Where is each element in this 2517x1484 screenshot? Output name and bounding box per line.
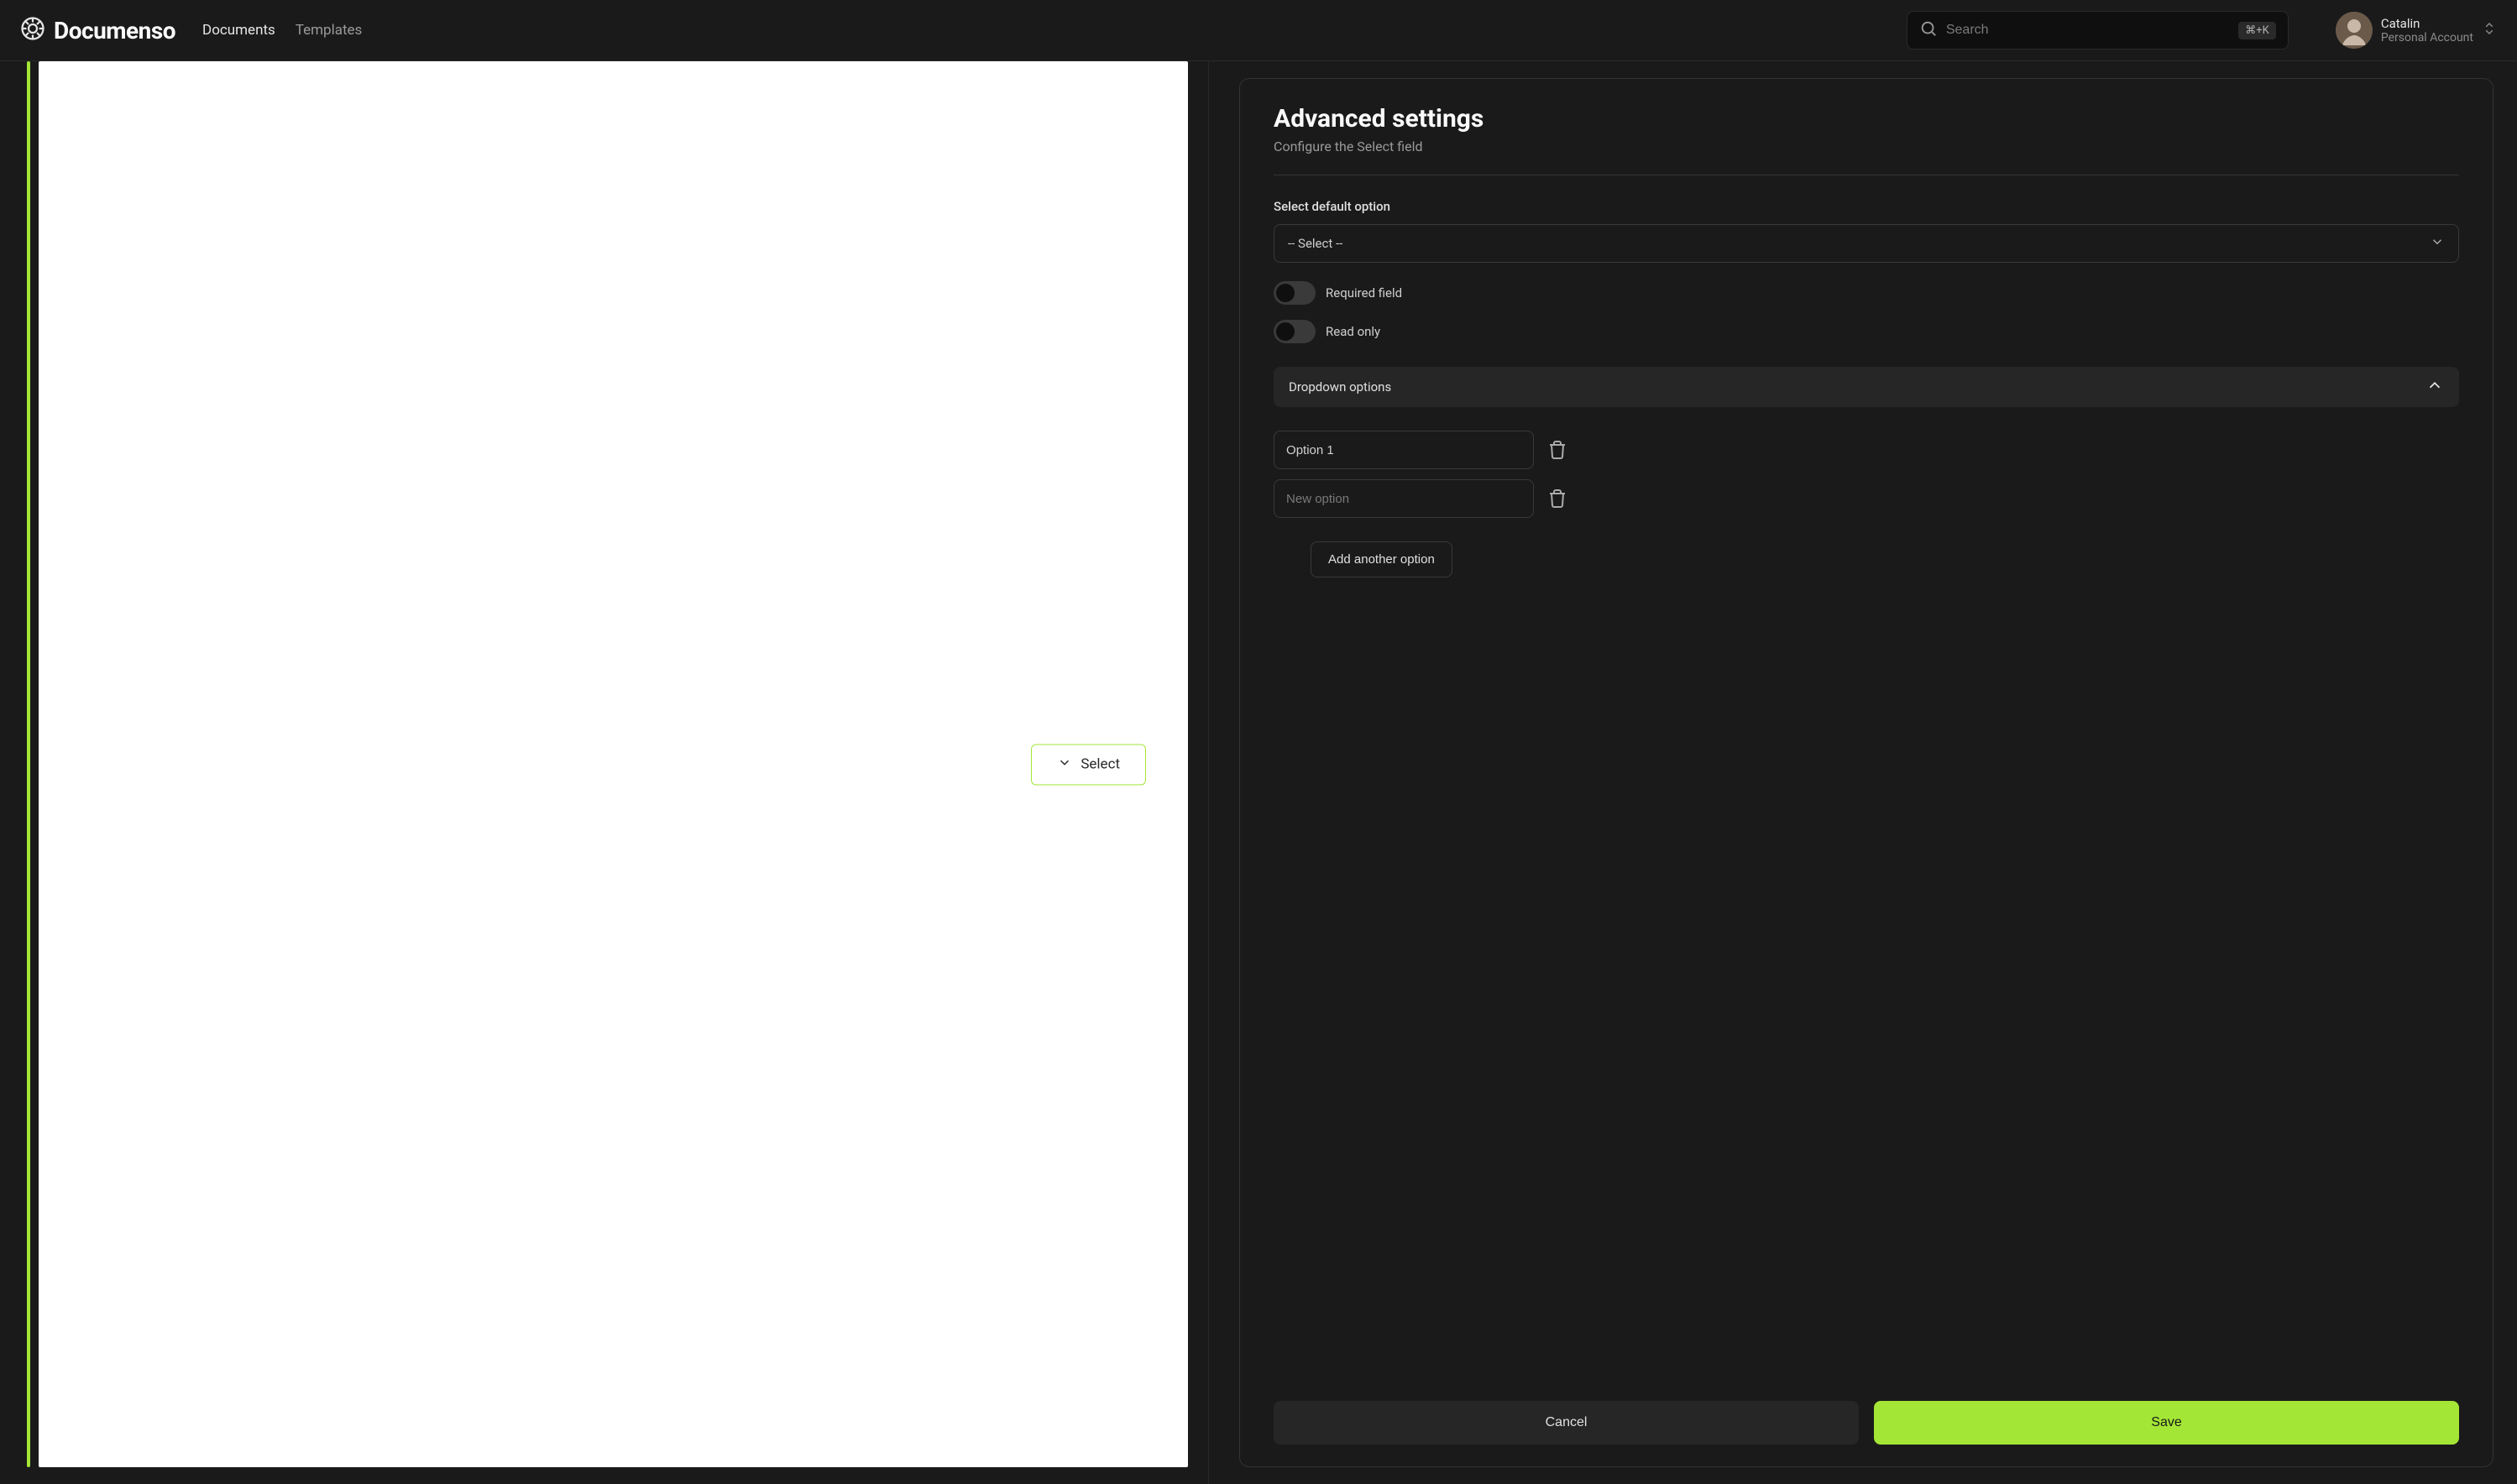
dropdown-options-header[interactable]: Dropdown options xyxy=(1274,367,2459,407)
settings-panel-wrap: Advanced settings Configure the Select f… xyxy=(1209,61,2517,1484)
option-row xyxy=(1274,479,2459,518)
field-label: Select xyxy=(1081,756,1120,773)
avatar xyxy=(2336,12,2373,49)
default-option-value: -- Select -- xyxy=(1288,236,1342,251)
chevron-down-icon xyxy=(2430,234,2445,253)
chevron-down-icon xyxy=(1057,755,1072,774)
main-area: Select Advanced settings Configure the S… xyxy=(0,61,2517,1484)
logo-icon xyxy=(20,16,45,44)
account-menu[interactable]: Catalin Personal Account xyxy=(2336,12,2497,49)
required-toggle-row: Required field xyxy=(1274,281,2459,305)
search-shortcut: ⌘+K xyxy=(2238,22,2276,39)
default-option-select[interactable]: -- Select -- xyxy=(1274,224,2459,263)
search-bar[interactable]: ⌘+K xyxy=(1907,11,2289,50)
nav-templates[interactable]: Templates xyxy=(296,22,363,39)
required-label: Required field xyxy=(1326,285,1402,300)
add-option-button[interactable]: Add another option xyxy=(1311,541,1452,577)
footer-buttons: Cancel Save xyxy=(1274,1401,2459,1445)
chevron-up-down-icon xyxy=(2482,21,2497,39)
trash-icon[interactable] xyxy=(1547,489,1567,509)
default-option-label: Select default option xyxy=(1274,199,2459,214)
cancel-button[interactable]: Cancel xyxy=(1274,1401,1859,1445)
option-input[interactable] xyxy=(1274,479,1534,518)
main-nav: Documents Templates xyxy=(202,22,362,39)
panel-subtitle: Configure the Select field xyxy=(1274,138,2459,154)
required-toggle[interactable] xyxy=(1274,281,1316,305)
save-button[interactable]: Save xyxy=(1874,1401,2459,1445)
select-field-widget[interactable]: Select xyxy=(1031,744,1146,785)
search-icon xyxy=(1919,19,1938,41)
brand-name: Documenso xyxy=(54,17,175,44)
panel-title: Advanced settings xyxy=(1274,104,2459,133)
readonly-label: Read only xyxy=(1326,324,1380,339)
settings-panel: Advanced settings Configure the Select f… xyxy=(1239,78,2493,1467)
option-row xyxy=(1274,431,2459,469)
nav-documents[interactable]: Documents xyxy=(202,22,275,39)
account-name: Catalin xyxy=(2381,16,2473,31)
dropdown-options-label: Dropdown options xyxy=(1289,379,1391,395)
trash-icon[interactable] xyxy=(1547,440,1567,460)
account-text: Catalin Personal Account xyxy=(2381,16,2473,45)
search-input[interactable] xyxy=(1946,23,2230,38)
account-sub: Personal Account xyxy=(2381,31,2473,45)
brand-group[interactable]: Documenso xyxy=(20,16,175,44)
chevron-up-icon xyxy=(2425,376,2444,398)
readonly-toggle[interactable] xyxy=(1274,320,1316,343)
option-input[interactable] xyxy=(1274,431,1534,469)
document-preview: Select xyxy=(0,61,1208,1484)
document-page[interactable]: Select xyxy=(39,61,1188,1467)
accent-bar xyxy=(27,61,30,1467)
readonly-toggle-row: Read only xyxy=(1274,320,2459,343)
app-header: Documenso Documents Templates ⌘+K Catali… xyxy=(0,0,2517,61)
